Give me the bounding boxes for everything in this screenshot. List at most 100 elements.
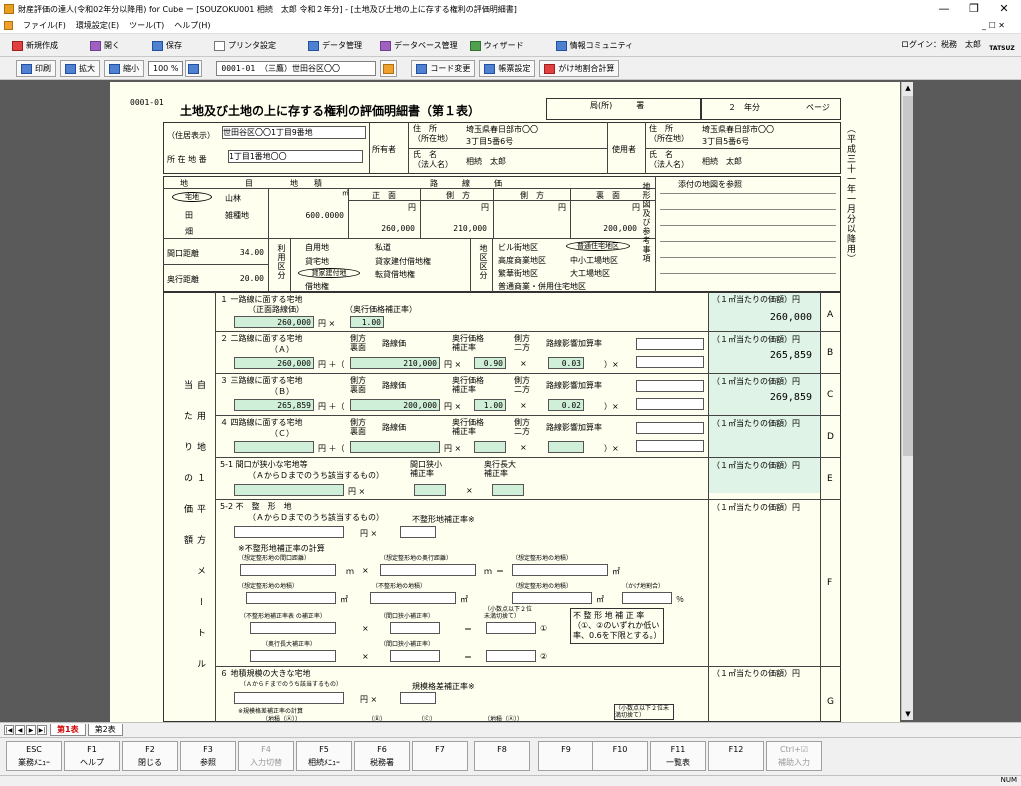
vertical-scrollbar[interactable]: ▲ ▼ xyxy=(901,82,913,720)
row-f-narrow-rate2[interactable] xyxy=(390,650,440,662)
user-address2[interactable]: 3丁目5番6号 xyxy=(702,136,749,147)
data-management-button[interactable]: データ管理 xyxy=(302,37,368,55)
depth-value[interactable]: 20.00 xyxy=(220,274,264,283)
row-a-depth-rate[interactable]: 1.00 xyxy=(350,316,384,328)
row-f-depth[interactable] xyxy=(380,564,476,576)
district-high-commercial[interactable]: 高度商業地区 xyxy=(498,255,546,266)
row-b-extra-input2[interactable] xyxy=(636,356,704,368)
land-type-paddy[interactable]: 田 xyxy=(185,210,193,221)
prev-sheet-icon[interactable]: ◀ xyxy=(15,724,25,735)
row-b-road-value[interactable]: 210,000 xyxy=(350,357,440,369)
menu-tools[interactable]: ツール(T) xyxy=(129,20,164,31)
scroll-up-icon[interactable]: ▲ xyxy=(902,82,914,94)
scroll-down-icon[interactable]: ▼ xyxy=(902,708,914,720)
row-b-depth-rate[interactable]: 0.90 xyxy=(474,357,506,369)
fkey-f4[interactable]: F4 入力切替 xyxy=(238,741,294,771)
database-management-button[interactable]: データベース管理 xyxy=(374,37,464,55)
map-note[interactable]: 添付の地図を参照 xyxy=(678,179,742,190)
fkey-f2[interactable]: F2 閉じる xyxy=(122,741,178,771)
fkey-f7[interactable]: F7 xyxy=(412,741,468,771)
slope-ratio-button[interactable]: がけ地割合計算 xyxy=(539,60,620,77)
row-d-depth-rate[interactable] xyxy=(474,441,506,453)
fkey-f6[interactable]: F6 税務署 xyxy=(354,741,410,771)
row-f-base-value[interactable] xyxy=(234,526,344,538)
zoom-level-field[interactable]: 100 % xyxy=(148,61,184,76)
close-button[interactable]: ✕ xyxy=(989,0,1019,18)
district-large-factory[interactable]: 大工場地区 xyxy=(570,268,610,279)
row-f-rate1[interactable] xyxy=(486,622,536,634)
usage-leasehold[interactable]: 借地権 xyxy=(305,281,329,292)
open-button[interactable]: 開く xyxy=(84,37,126,55)
location-field[interactable]: 1丁目1番地〇〇 xyxy=(228,150,363,163)
usage-leased-house-right[interactable]: 貸家建付借地権 xyxy=(375,256,431,267)
row-d-extra-input2[interactable] xyxy=(636,440,704,452)
row-e-long-rate[interactable] xyxy=(492,484,524,496)
scroll-thumb[interactable] xyxy=(903,96,913,456)
last-sheet-icon[interactable]: ▶| xyxy=(37,724,47,735)
owner-address[interactable]: 埼玉県春日部市〇〇 xyxy=(466,124,538,135)
fkey-f1[interactable]: F1 ヘルプ xyxy=(64,741,120,771)
row-d-road-value[interactable] xyxy=(350,441,440,453)
row-c-extra-input[interactable] xyxy=(636,380,704,392)
land-type-forest[interactable]: 山林 xyxy=(225,193,241,204)
code-change-button[interactable]: コード変更 xyxy=(411,60,476,77)
row-c-road-value[interactable]: 200,000 xyxy=(350,399,440,411)
row-f-assumed-area[interactable] xyxy=(512,564,608,576)
row-c-b-value[interactable]: 265,859 xyxy=(234,399,314,411)
row-c-depth-rate[interactable]: 1.00 xyxy=(474,399,506,411)
row-f-area-b[interactable] xyxy=(370,592,456,604)
menu-settings[interactable]: 環境設定(E) xyxy=(76,20,119,31)
menu-help[interactable]: ヘルプ(H) xyxy=(174,20,210,31)
usage-self[interactable]: 自用地 xyxy=(305,242,329,253)
district-commercial-residential[interactable]: 普通商業・併用住宅地区 xyxy=(498,281,586,292)
row-e-base-value[interactable] xyxy=(234,484,344,496)
row-a-result[interactable]: 260,000 xyxy=(740,312,812,323)
community-button[interactable]: 情報コミュニティ xyxy=(550,37,640,55)
road-front-value[interactable]: 260,000 xyxy=(360,224,415,233)
fkey-f8[interactable]: F8 xyxy=(474,741,530,771)
new-button[interactable]: 新規作成 xyxy=(6,37,64,55)
fkey-ctrl[interactable]: Ctrl+☑ 補助入力 xyxy=(766,741,822,771)
inner-window-controls[interactable]: _ ☐ ✕ xyxy=(982,18,1005,34)
row-f-rate[interactable] xyxy=(400,526,436,538)
next-sheet-icon[interactable]: ▶ xyxy=(26,724,36,735)
road-back-value[interactable]: 200,000 xyxy=(582,224,637,233)
zoom-in-button[interactable]: 拡大 xyxy=(60,60,100,77)
fkey-f10[interactable]: F10 xyxy=(592,741,648,771)
row-f-long-rate[interactable] xyxy=(250,650,336,662)
row-d-extra-input[interactable] xyxy=(636,422,704,434)
district-building[interactable]: ビル街地区 xyxy=(498,242,538,253)
first-sheet-icon[interactable]: |◀ xyxy=(4,724,14,735)
fkey-f12[interactable]: F12 xyxy=(708,741,764,771)
frontage-value[interactable]: 34.00 xyxy=(220,248,264,257)
row-f-rate2[interactable] xyxy=(486,650,536,662)
fkey-f3[interactable]: F3 参照 xyxy=(180,741,236,771)
row-f-area-a[interactable] xyxy=(246,592,336,604)
property-selector[interactable]: 0001-01 （三鷹）世田谷区〇〇 xyxy=(216,61,377,76)
district-residential[interactable]: 普通住宅地区 xyxy=(566,241,630,251)
fkey-f5[interactable]: F5 相続ﾒﾆｭｰ xyxy=(296,741,352,771)
printer-settings-button[interactable]: プリンタ設定 xyxy=(208,37,282,55)
row-f-frontage[interactable] xyxy=(240,564,336,576)
print-button[interactable]: 印刷 xyxy=(16,60,56,77)
usage-leased-house-land[interactable]: 貸家建付地 xyxy=(298,268,360,278)
row-b-a-value[interactable]: 260,000 xyxy=(234,357,314,369)
row-f-table-rate[interactable] xyxy=(250,622,336,634)
district-small-factory[interactable]: 中小工場地区 xyxy=(570,255,618,266)
row-d-add-rate[interactable] xyxy=(548,441,584,453)
tab-sheet1[interactable]: 第1表 xyxy=(50,723,86,736)
tab-sheet2[interactable]: 第2表 xyxy=(87,723,123,736)
road-side1-value[interactable]: 210,000 xyxy=(432,224,487,233)
wizard-button[interactable]: ウィザード xyxy=(464,37,530,55)
land-type-misc[interactable]: 雑種地 xyxy=(225,210,249,221)
land-type-field[interactable]: 畑 xyxy=(185,226,193,237)
row-c-add-rate[interactable]: 0.02 xyxy=(548,399,584,411)
address-field[interactable]: 世田谷区〇〇1丁目9番地 xyxy=(222,126,366,139)
fkey-esc[interactable]: ESC 業務ﾒﾆｭｰ xyxy=(6,741,62,771)
selector-dropdown-button[interactable] xyxy=(380,60,398,77)
fkey-f11[interactable]: F11 一覧表 xyxy=(650,741,706,771)
row-f-area-c[interactable] xyxy=(512,592,592,604)
district-downtown[interactable]: 繁華街地区 xyxy=(498,268,538,279)
owner-address2[interactable]: 3丁目5番6号 xyxy=(466,136,513,147)
fkey-f9[interactable]: F9 xyxy=(538,741,594,771)
